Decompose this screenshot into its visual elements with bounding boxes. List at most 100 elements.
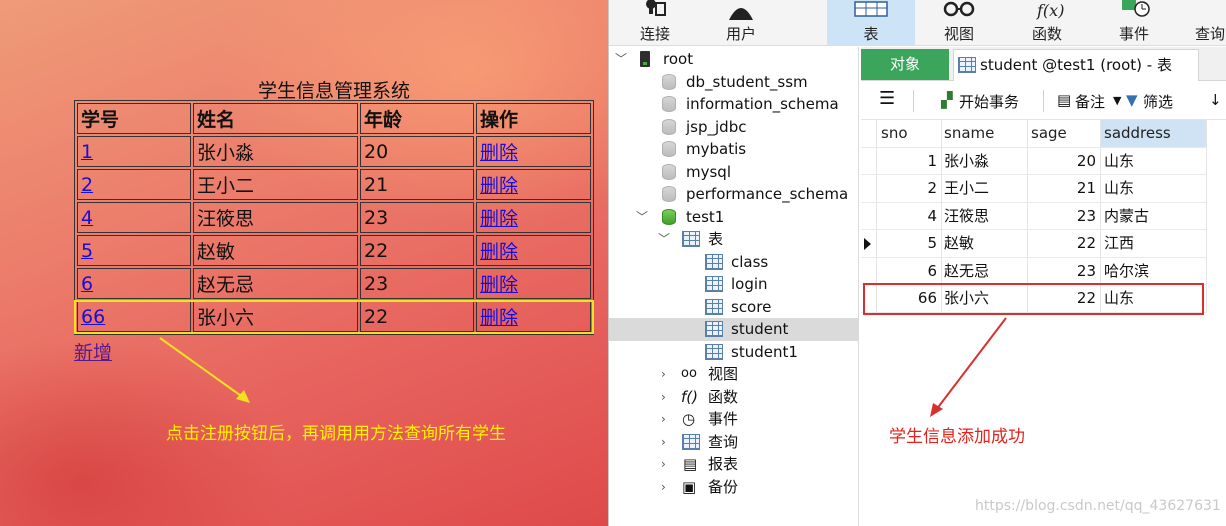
menu-icon[interactable]: ☰ xyxy=(879,88,895,109)
tab-objects[interactable]: 对象 xyxy=(861,49,949,80)
chevron-down-icon[interactable]: ﹀ xyxy=(615,48,627,70)
tree-item-reports-folder[interactable]: › ▤ 报表 xyxy=(609,453,859,476)
tab-student-table[interactable]: student @test1 (root) - 表 xyxy=(953,49,1199,81)
toolbar-connection-button[interactable]: 连接 xyxy=(627,0,683,46)
database-icon xyxy=(662,96,676,112)
tree-item-table[interactable]: class xyxy=(609,251,859,274)
student-id-link[interactable]: 4 xyxy=(81,207,93,229)
cell-sno[interactable]: 2 xyxy=(877,175,942,203)
tree-item-backups-folder[interactable]: › ▣ 备份 xyxy=(609,476,859,499)
table-row[interactable]: 4 汪筱思 23 内蒙古 xyxy=(861,202,1207,230)
tree-item-table[interactable]: score xyxy=(609,296,859,319)
tree-item-queries-folder[interactable]: › 查询 xyxy=(609,431,859,454)
chevron-right-icon[interactable]: › xyxy=(661,476,666,498)
delete-link[interactable]: 删除 xyxy=(480,274,518,296)
page-title: 学生信息管理系统 xyxy=(257,80,410,102)
cell-saddress[interactable]: 山东 xyxy=(1101,147,1207,175)
chevron-right-icon[interactable]: › xyxy=(661,408,666,430)
table-row-new[interactable]: 66 张小六 22 山东 xyxy=(861,285,1207,313)
student-id-link[interactable]: 66 xyxy=(81,306,105,328)
chevron-right-icon[interactable]: › xyxy=(661,431,666,453)
tree-item-table[interactable]: student1 xyxy=(609,341,859,364)
table-row[interactable]: 2 王小二 21 山东 xyxy=(861,175,1207,203)
cell-sno[interactable]: 6 xyxy=(877,257,942,285)
sort-icon[interactable]: ↓ xyxy=(1209,91,1222,109)
tree-item-database[interactable]: performance_schema xyxy=(609,183,859,206)
tree-item-database-open[interactable]: ﹀ test1 xyxy=(609,206,859,229)
cell-sname[interactable]: 张小六 xyxy=(942,285,1028,313)
delete-link[interactable]: 删除 xyxy=(480,307,518,329)
tree-item-views-folder[interactable]: › oo 视图 xyxy=(609,363,859,386)
filter-button[interactable]: 筛选 xyxy=(1143,91,1173,112)
begin-transaction-button[interactable]: 开始事务 xyxy=(959,91,1019,112)
cell-saddress[interactable]: 哈尔滨 xyxy=(1101,257,1207,285)
tree-item-table-selected[interactable]: student xyxy=(609,318,859,341)
tree-item-database[interactable]: mysql xyxy=(609,161,859,184)
student-id-link[interactable]: 5 xyxy=(81,240,93,262)
student-id-link[interactable]: 6 xyxy=(81,273,93,295)
column-header[interactable]: saddress xyxy=(1101,120,1207,148)
cell-saddress[interactable]: 山东 xyxy=(1101,285,1207,313)
cell-sno[interactable]: 4 xyxy=(877,202,942,230)
chevron-down-icon[interactable]: ﹀ xyxy=(658,228,670,250)
delete-link[interactable]: 删除 xyxy=(480,241,518,263)
column-header[interactable]: sno xyxy=(877,120,942,148)
student-id-link[interactable]: 2 xyxy=(81,174,93,196)
toolbar-query-button[interactable]: 查询 xyxy=(1195,0,1226,46)
chevron-right-icon[interactable]: › xyxy=(661,453,666,475)
cell-sname[interactable]: 王小二 xyxy=(942,175,1028,203)
cell-sage[interactable]: 23 xyxy=(1028,257,1101,285)
cell-sno[interactable]: 1 xyxy=(877,147,942,175)
table-row-current[interactable]: 5 赵敏 22 江西 xyxy=(861,230,1207,258)
toolbar-label: 用户 xyxy=(725,25,756,43)
cell-sage[interactable]: 21 xyxy=(1028,175,1101,203)
cell-sage[interactable]: 20 xyxy=(1028,147,1101,175)
tree-item-root[interactable]: ﹀ root xyxy=(609,48,859,71)
cell-sname[interactable]: 赵无忌 xyxy=(942,257,1028,285)
table-row[interactable]: 1 张小淼 20 山东 xyxy=(861,147,1207,175)
toolbar-view-button[interactable]: 视图 xyxy=(931,0,987,46)
event-icon xyxy=(1106,0,1162,22)
chevron-right-icon[interactable]: › xyxy=(661,386,666,408)
student-id-link[interactable]: 1 xyxy=(81,141,93,163)
cell-sname[interactable]: 赵敏 xyxy=(942,230,1028,258)
toolbar-function-button[interactable]: f(x) 函数 xyxy=(1019,0,1075,46)
svg-text:f(x): f(x) xyxy=(1036,1,1064,20)
tree-item-tables-folder[interactable]: ﹀ 表 xyxy=(609,228,859,251)
database-icon xyxy=(662,208,676,225)
tree-item-functions-folder[interactable]: › f() 函数 xyxy=(609,386,859,409)
memo-button[interactable]: 备注 xyxy=(1075,91,1105,112)
toolbar-user-button[interactable]: 用户 xyxy=(713,0,769,46)
student-age-cell: 22 xyxy=(360,301,474,332)
tree-label: score xyxy=(731,297,772,316)
tree-item-database[interactable]: information_schema xyxy=(609,93,859,116)
cell-sname[interactable]: 汪筱思 xyxy=(942,202,1028,230)
column-header[interactable]: sage xyxy=(1028,120,1101,148)
tree-item-database[interactable]: db_student_ssm xyxy=(609,71,859,94)
column-header[interactable]: sname xyxy=(942,120,1028,148)
cell-sname[interactable]: 张小淼 xyxy=(942,147,1028,175)
toolbar-event-button[interactable]: 事件 xyxy=(1106,0,1162,46)
delete-link[interactable]: 删除 xyxy=(480,208,518,230)
caret-down-icon[interactable]: ▼ xyxy=(1113,94,1121,107)
cell-sage[interactable]: 22 xyxy=(1028,285,1101,313)
chevron-right-icon[interactable]: › xyxy=(661,363,666,385)
toolbar-table-button[interactable]: 表 xyxy=(827,0,915,46)
tree-item-table[interactable]: login xyxy=(609,273,859,296)
table-row[interactable]: 6 赵无忌 23 哈尔滨 xyxy=(861,257,1207,285)
cell-saddress[interactable]: 内蒙古 xyxy=(1101,202,1207,230)
cell-sno[interactable]: 5 xyxy=(877,230,942,258)
cell-saddress[interactable]: 江西 xyxy=(1101,230,1207,258)
tree-item-events-folder[interactable]: › ◷ 事件 xyxy=(609,408,859,431)
cell-sage[interactable]: 23 xyxy=(1028,202,1101,230)
tree-item-database[interactable]: jsp_jdbc xyxy=(609,116,859,139)
tree-item-database[interactable]: mybatis xyxy=(609,138,859,161)
add-student-link[interactable]: 新增 xyxy=(74,338,112,365)
cell-sno[interactable]: 66 xyxy=(877,285,942,313)
delete-link[interactable]: 删除 xyxy=(480,142,518,164)
row-indicator xyxy=(861,175,877,203)
chevron-down-icon[interactable]: ﹀ xyxy=(636,206,648,228)
cell-sage[interactable]: 22 xyxy=(1028,230,1101,258)
delete-link[interactable]: 删除 xyxy=(480,175,518,197)
cell-saddress[interactable]: 山东 xyxy=(1101,175,1207,203)
